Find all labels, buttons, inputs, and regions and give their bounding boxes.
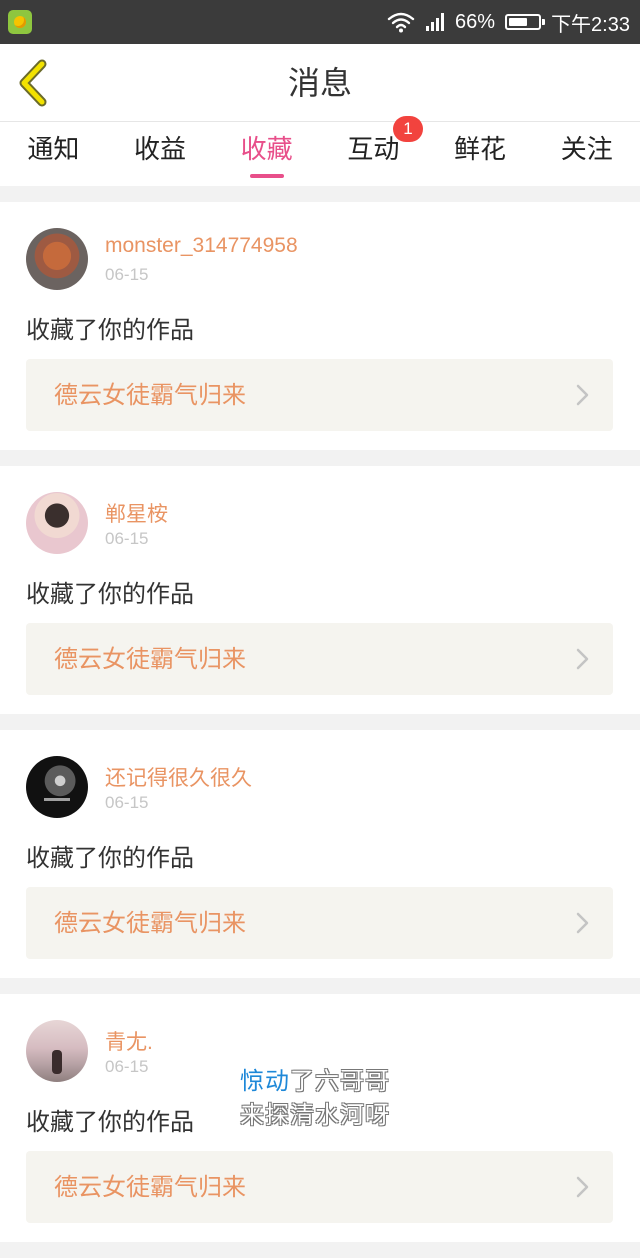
active-tab-indicator [249,174,284,178]
tab-favorites[interactable]: 收藏 [213,122,320,186]
list-item: 还记得很久很久 06-15 收藏了你的作品 德云女徒霸气归来 [0,730,640,978]
tab-flowers[interactable]: 鲜花 [427,122,534,186]
battery-icon [505,14,546,30]
date: 06-15 [105,793,149,812]
avatar[interactable] [26,1020,88,1082]
tab-notifications[interactable]: 通知 [0,122,107,186]
unread-badge: 1 [393,116,424,142]
header: 消息 [0,44,640,122]
work-link[interactable]: 德云女徒霸气归来 [26,623,613,695]
chevron-right-icon [576,384,589,406]
work-link[interactable]: 德云女徒霸气归来 [26,359,613,431]
page-title: 消息 [287,64,352,102]
app-icon [8,10,32,34]
list-item: 郸星桉 06-15 收藏了你的作品 德云女徒霸气归来 [0,466,640,714]
username[interactable]: 郸星桉 [105,498,168,528]
tab-label: 收益 [134,135,187,165]
caption-line-1: 惊动了六哥哥 [240,1064,390,1098]
date: 06-15 [105,265,149,284]
tab-label: 关注 [560,135,613,165]
username[interactable]: 青尢. [105,1026,153,1056]
overlay-caption: 惊动了六哥哥 来探清水河呀 [240,1064,390,1132]
tab-following[interactable]: 关注 [533,122,640,186]
action-text: 收藏了你的作品 [26,316,194,344]
work-link[interactable]: 德云女徒霸气归来 [26,887,613,959]
tab-label: 通知 [27,135,80,165]
battery-fill [509,18,528,26]
tab-earnings[interactable]: 收益 [107,122,214,186]
avatar[interactable] [26,228,88,290]
tab-label: 互动 [347,135,400,165]
caption-line-2: 来探清水河呀 [240,1101,390,1129]
signal-icon [426,13,445,31]
chevron-right-icon [576,912,589,934]
status-bar-right: 66% 下午2:33 [387,0,630,44]
date: 06-15 [105,1057,149,1076]
caption-text: 了六哥哥 [290,1067,390,1095]
work-title: 德云女徒霸气归来 [54,909,246,937]
action-text: 收藏了你的作品 [26,580,194,608]
chevron-right-icon [576,1176,589,1198]
tab-interactions[interactable]: 互动 1 [320,116,427,186]
tab-label: 收藏 [240,135,293,165]
avatar[interactable] [26,756,88,818]
work-title: 德云女徒霸气归来 [54,381,246,409]
action-text: 收藏了你的作品 [26,1108,194,1136]
work-link[interactable]: 德云女徒霸气归来 [26,1151,613,1223]
wifi-icon [387,12,415,33]
username[interactable]: 还记得很久很久 [105,762,252,792]
action-text: 收藏了你的作品 [26,844,194,872]
list-item: monster_314774958 06-15 收藏了你的作品 德云女徒霸气归来 [0,202,640,450]
clock: 下午2:33 [551,13,630,36]
chevron-right-icon [576,648,589,670]
username[interactable]: monster_314774958 [105,234,298,258]
avatar[interactable] [26,492,88,554]
battery-percent: 66% [455,10,496,33]
work-title: 德云女徒霸气归来 [54,645,246,673]
tab-bar: 通知 收益 收藏 互动 1 鲜花 关注 [0,116,640,186]
tab-label: 鲜花 [454,135,507,165]
work-title: 德云女徒霸气归来 [54,1173,246,1201]
caption-highlight: 惊动 [240,1067,290,1095]
date: 06-15 [105,529,149,548]
status-bar: 66% 下午2:33 [0,0,640,44]
